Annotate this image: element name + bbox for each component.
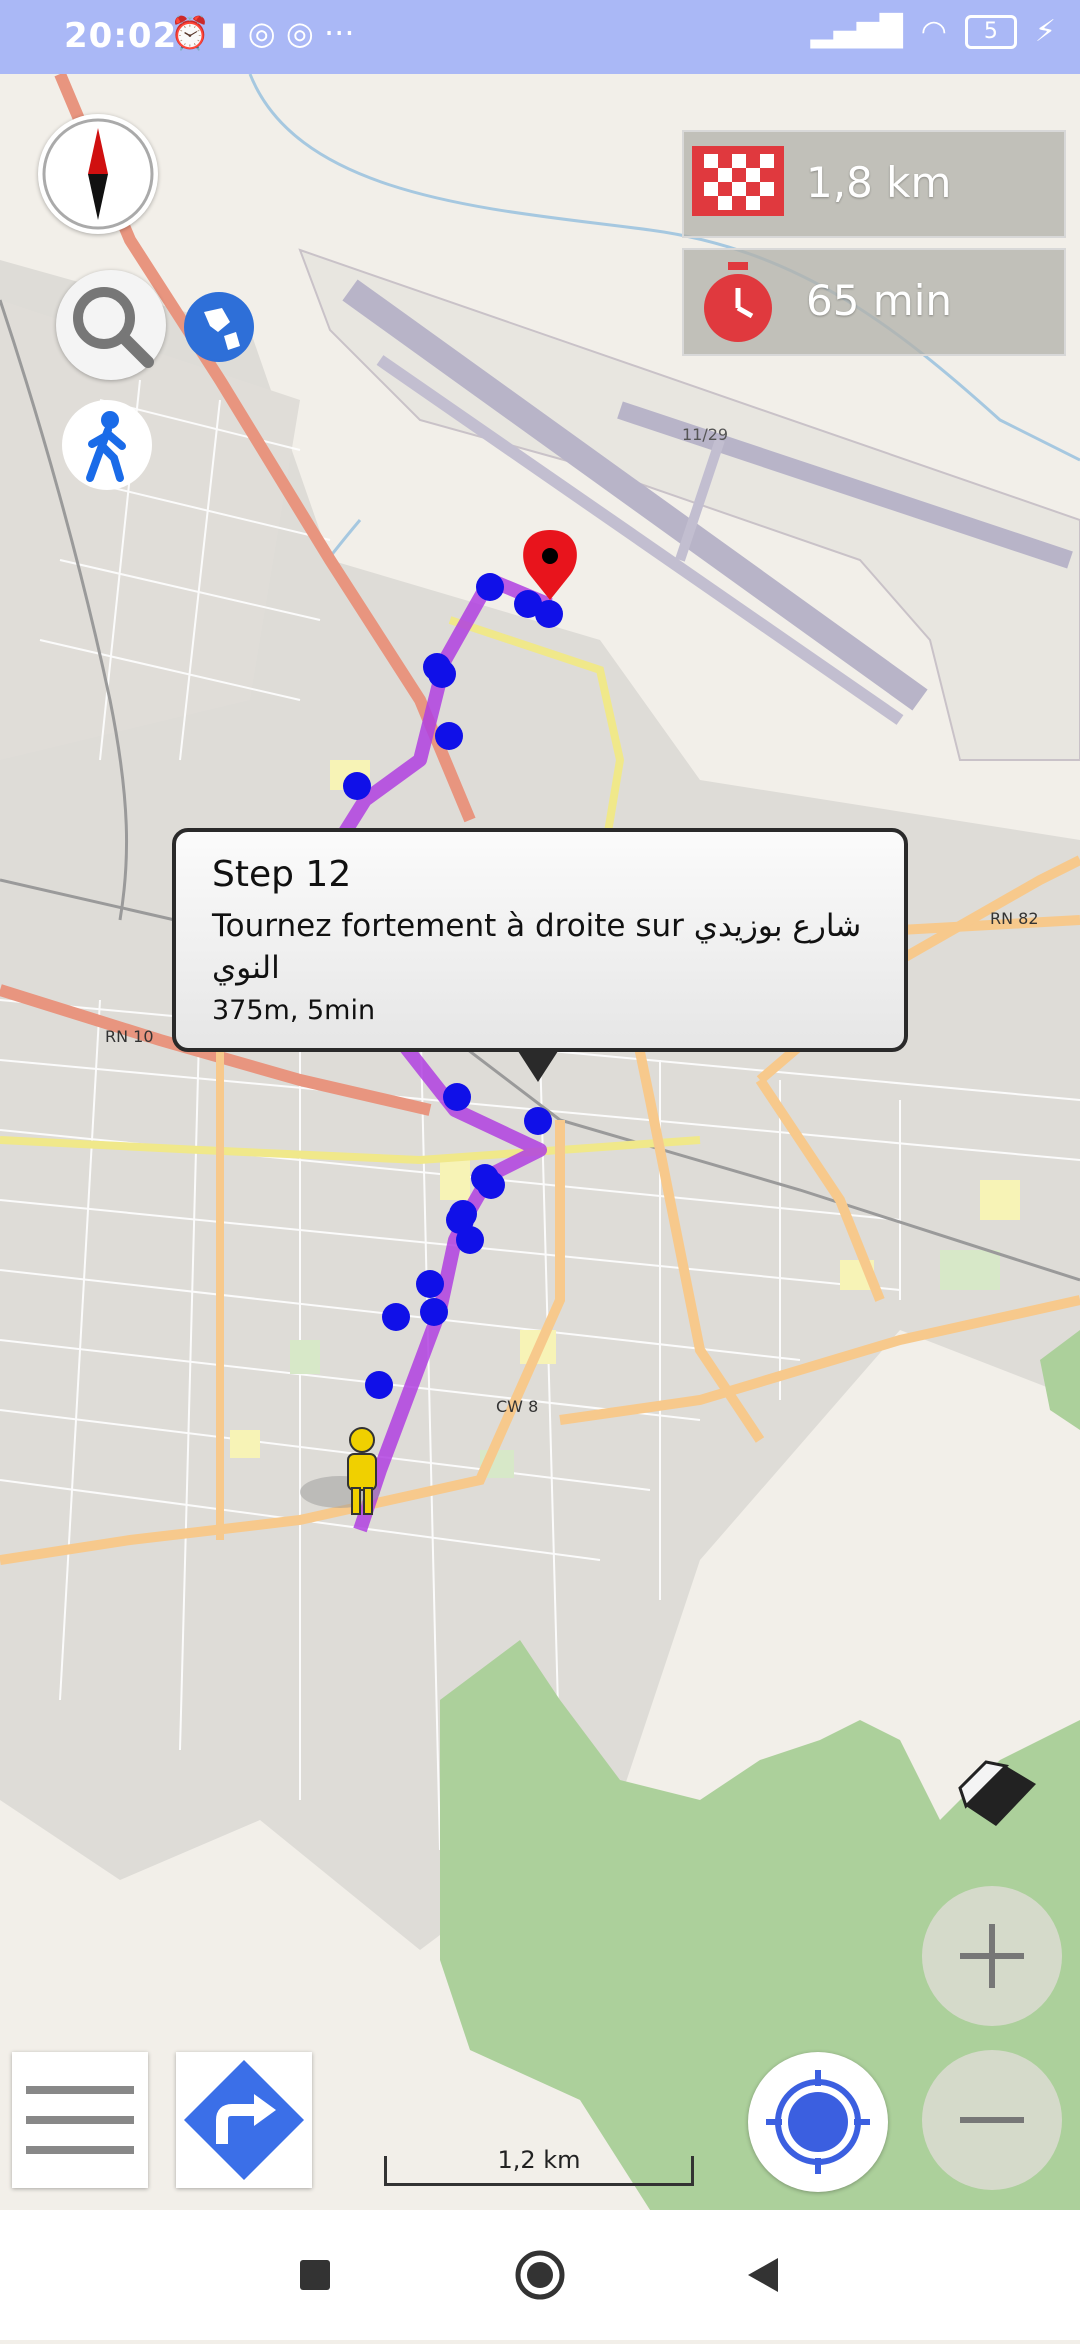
compass-button[interactable]	[38, 114, 158, 234]
route-distance: 1,8 km	[806, 158, 952, 207]
stopwatch-icon	[704, 262, 772, 342]
step-instruction-callout[interactable]: Step 12 Tournez fortement à droite sur ش…	[172, 828, 908, 1082]
signal-icon: ▂▄▆█	[810, 14, 903, 49]
map-scale-bar: 1,2 km	[384, 2146, 694, 2186]
runway-label: 11/29	[682, 425, 728, 444]
directions-button[interactable]	[176, 2052, 312, 2188]
status-bar: 20:02 ⏰ ▮ ◎ ◎ ··· ▂▄▆█ ◠ 5 ⚡	[0, 0, 1080, 74]
clear-route-button[interactable]	[956, 1746, 1046, 1836]
locate-me-button[interactable]	[748, 2052, 888, 2192]
road-label-rn10: RN 10	[105, 1027, 154, 1046]
battery-saver-icon: ▮	[220, 14, 238, 52]
minus-icon	[960, 2117, 1024, 2123]
sync-icon: ◎	[285, 14, 314, 52]
status-system-icons: ▂▄▆█ ◠ 5 ⚡	[810, 14, 1056, 49]
more-icon: ···	[323, 14, 355, 52]
route-duration-card: 65 min	[682, 248, 1066, 356]
search-icon	[73, 287, 154, 368]
battery-icon: 5	[964, 14, 1017, 49]
zoom-in-button[interactable]	[922, 1886, 1062, 2026]
zoom-out-button[interactable]	[922, 2050, 1062, 2190]
route-distance-card: 1,8 km	[682, 130, 1066, 238]
sync-icon: ◎	[247, 14, 276, 52]
system-navigation-bar	[0, 2210, 1080, 2340]
walking-icon	[86, 411, 126, 482]
globe-icon	[186, 294, 252, 360]
status-notification-icons: ⏰ ▮ ◎ ◎ ···	[170, 14, 355, 52]
charging-icon: ⚡	[1034, 14, 1056, 49]
hamburger-menu-icon	[26, 2086, 134, 2154]
eraser-icon	[958, 1760, 1036, 1826]
step-distance-time: 375m, 5min	[212, 995, 376, 1026]
search-button[interactable]	[56, 270, 166, 380]
road-label-rn82: RN 82	[990, 909, 1039, 928]
turn-right-sign-icon	[184, 2060, 304, 2180]
compass-icon	[42, 118, 154, 230]
recent-apps-icon[interactable]	[300, 2260, 330, 2290]
globe-button[interactable]	[184, 292, 254, 362]
step-title: Step 12	[212, 854, 352, 895]
home-icon[interactable]	[515, 2250, 565, 2300]
plus-icon	[960, 1924, 1024, 1988]
road-label-cw8: CW 8	[496, 1397, 538, 1416]
step-instruction-text: Tournez fortement à droite sur شارع بوزي…	[212, 908, 862, 986]
checkered-flag-icon	[692, 146, 784, 216]
map-scale-label: 1,2 km	[497, 2146, 581, 2174]
route-duration: 65 min	[806, 276, 952, 325]
travel-mode-button[interactable]	[62, 400, 152, 490]
status-time: 20:02	[64, 16, 178, 56]
crosshair-location-icon	[766, 2070, 870, 2174]
back-icon[interactable]	[748, 2258, 778, 2292]
wifi-icon: ◠	[920, 14, 947, 49]
map-view[interactable]: RN 82 RN 10 CW 8 11/29	[0, 74, 1080, 2210]
alarm-icon: ⏰	[170, 14, 210, 52]
menu-button[interactable]	[12, 2052, 148, 2188]
